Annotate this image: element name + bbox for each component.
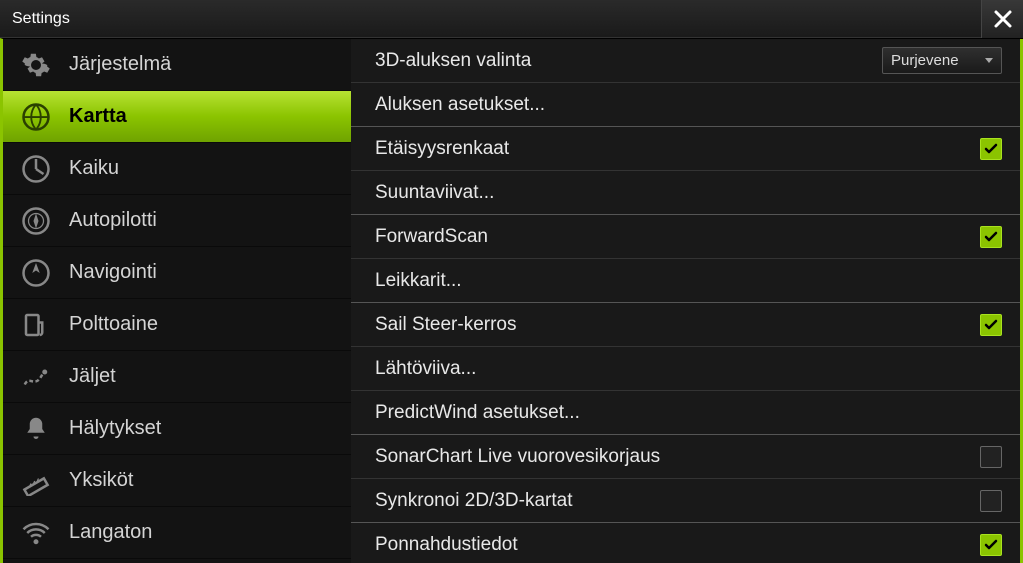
sidebar-item-label: Hälytykset: [69, 417, 161, 440]
row-label: PredictWind asetukset...: [375, 402, 580, 424]
window-title: Settings: [12, 10, 70, 28]
sidebar-item-bell[interactable]: Hälytykset: [3, 403, 351, 455]
sidebar-item-label: Kaiku: [69, 157, 119, 180]
check-icon: [983, 229, 999, 245]
settings-row[interactable]: Ponnahdustiedot: [351, 523, 1020, 563]
main: Järjestelmä Kartta Kaiku Autopilotti Navigoi…: [0, 38, 1023, 563]
row-label: Suuntaviivat...: [375, 182, 494, 204]
settings-row[interactable]: SonarChart Live vuorovesikorjaus: [351, 435, 1020, 479]
nav-icon: [21, 258, 51, 288]
check-icon: [983, 537, 999, 553]
settings-row[interactable]: Suuntaviivat...: [351, 171, 1020, 215]
globe-icon: [21, 102, 51, 132]
sidebar-item-tracks[interactable]: Jäljet: [3, 351, 351, 403]
sonar-icon: [21, 154, 51, 184]
settings-row[interactable]: Sail Steer-kerros: [351, 303, 1020, 347]
sidebar-item-label: Jäljet: [69, 365, 116, 388]
checkbox[interactable]: [980, 534, 1002, 556]
sidebar-item-label: Yksiköt: [69, 469, 133, 492]
row-label: Leikkarit...: [375, 270, 462, 292]
sidebar-item-label: Polttoaine: [69, 313, 158, 336]
checkbox[interactable]: [980, 314, 1002, 336]
tracks-icon: [21, 362, 51, 392]
check-icon: [983, 141, 999, 157]
sidebar-item-globe[interactable]: Kartta: [3, 91, 351, 143]
row-label: Etäisyysrenkaat: [375, 138, 509, 160]
sidebar-item-wifi[interactable]: Langaton: [3, 507, 351, 559]
sidebar-item-nav[interactable]: Navigointi: [3, 247, 351, 299]
settings-row[interactable]: PredictWind asetukset...: [351, 391, 1020, 435]
sidebar-item-fuel[interactable]: Polttoaine: [3, 299, 351, 351]
settings-row[interactable]: ForwardScan: [351, 215, 1020, 259]
sidebar-item-compass[interactable]: Autopilotti: [3, 195, 351, 247]
settings-row[interactable]: Synkronoi 2D/3D-kartat: [351, 479, 1020, 523]
fuel-icon: [21, 310, 51, 340]
sidebar-item-label: Navigointi: [69, 261, 157, 284]
row-label: SonarChart Live vuorovesikorjaus: [375, 446, 660, 468]
checkbox[interactable]: [980, 446, 1002, 468]
sidebar-item-label: Autopilotti: [69, 209, 157, 232]
sidebar-item-ruler[interactable]: Yksiköt: [3, 455, 351, 507]
bell-icon: [21, 414, 51, 444]
row-label: Sail Steer-kerros: [375, 314, 517, 336]
checkbox[interactable]: [980, 138, 1002, 160]
settings-row[interactable]: Etäisyysrenkaat: [351, 127, 1020, 171]
close-button[interactable]: [981, 0, 1023, 38]
row-label: Aluksen asetukset...: [375, 94, 545, 116]
chevron-down-icon: [985, 58, 993, 63]
sidebar-item-sonar[interactable]: Kaiku: [3, 143, 351, 195]
settings-row[interactable]: Lähtöviiva...: [351, 347, 1020, 391]
close-icon: [993, 9, 1013, 29]
settings-row[interactable]: Leikkarit...: [351, 259, 1020, 303]
compass-icon: [21, 206, 51, 236]
check-icon: [983, 317, 999, 333]
settings-row[interactable]: Aluksen asetukset...: [351, 83, 1020, 127]
content-panel: 3D-aluksen valinta Purjevene Aluksen asetu…: [351, 39, 1023, 563]
sidebar-item-label: Langaton: [69, 521, 152, 544]
select-value: Purjevene: [891, 52, 959, 69]
sidebar-item-label: Kartta: [69, 105, 127, 128]
select-3d-vessel[interactable]: Purjevene: [882, 47, 1002, 74]
sidebar-item-gear[interactable]: Järjestelmä: [3, 39, 351, 91]
row-label: 3D-aluksen valinta: [375, 50, 531, 72]
titlebar: Settings: [0, 0, 1023, 38]
ruler-icon: [21, 466, 51, 496]
settings-row[interactable]: 3D-aluksen valinta Purjevene: [351, 39, 1020, 83]
wifi-icon: [21, 518, 51, 548]
row-label: Lähtöviiva...: [375, 358, 476, 380]
sidebar-item-label: Järjestelmä: [69, 53, 171, 76]
gear-icon: [21, 50, 51, 80]
checkbox[interactable]: [980, 490, 1002, 512]
sidebar: Järjestelmä Kartta Kaiku Autopilotti Navigoi…: [3, 39, 351, 563]
row-label: ForwardScan: [375, 226, 488, 248]
row-label: Synkronoi 2D/3D-kartat: [375, 490, 572, 512]
row-label: Ponnahdustiedot: [375, 534, 518, 556]
checkbox[interactable]: [980, 226, 1002, 248]
